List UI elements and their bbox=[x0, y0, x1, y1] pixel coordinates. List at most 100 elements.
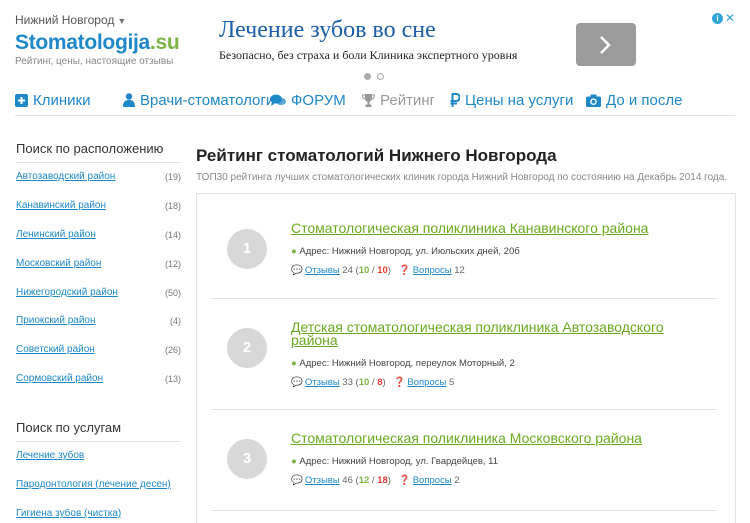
reviews-total: 46 bbox=[342, 475, 353, 486]
clinic-address: ● Адрес: Нижний Новгород, переулок Мотор… bbox=[291, 358, 515, 369]
ad-title[interactable]: Лечение зубов во сне bbox=[219, 17, 436, 44]
nav-rating[interactable]: Рейтинг bbox=[361, 92, 436, 109]
sidebar-item-hygiene[interactable]: Гигиена зубов (чистка) bbox=[16, 508, 121, 519]
question-circle-icon: ❓ bbox=[398, 475, 411, 486]
nav-prices[interactable]: Цены на услуги bbox=[450, 92, 573, 109]
rank-badge: 1 bbox=[227, 229, 267, 269]
clinic-address-text: Адрес: Нижний Новгород, ул. Гвардейцев, … bbox=[299, 456, 498, 467]
nav-before-after-label: До и после bbox=[606, 92, 683, 109]
ad-pagination bbox=[364, 67, 390, 85]
reviews-negative: 10 bbox=[377, 265, 388, 276]
city-selector[interactable]: Нижний Новгород ▼ bbox=[15, 13, 126, 27]
clinic-stats: 💬 Отзывы 46 (12 / 18) ❓ Вопросы 2 bbox=[291, 475, 460, 486]
sidebar-count: (50) bbox=[164, 288, 181, 298]
sidebar-count: (14) bbox=[164, 230, 181, 240]
reviews-negative: 8 bbox=[377, 377, 383, 388]
sidebar-item-periodontology[interactable]: Пародонтология (лечение десен) bbox=[16, 479, 171, 490]
rank-badge: 2 bbox=[227, 328, 267, 368]
sidebar-item-avtozavodsky[interactable]: Автозаводский район bbox=[16, 171, 115, 182]
comments-icon: 💬 bbox=[291, 475, 303, 486]
questions-count: 2 bbox=[454, 475, 460, 486]
sidebar-item-moskovsky[interactable]: Московский район bbox=[16, 258, 101, 269]
question-circle-icon: ❓ bbox=[393, 377, 406, 388]
reviews-total: 33 bbox=[342, 377, 353, 388]
plus-square-icon bbox=[15, 94, 28, 107]
camera-icon bbox=[586, 94, 601, 107]
clinic-address-text: Адрес: Нижний Новгород, ул. Июльских дне… bbox=[299, 246, 520, 257]
ad-close-icon[interactable]: ✕ bbox=[725, 11, 735, 25]
ad-dot-active[interactable] bbox=[364, 73, 371, 80]
ad-next-button[interactable] bbox=[576, 23, 636, 66]
map-marker-icon: ● bbox=[291, 456, 297, 467]
chevron-right-icon bbox=[600, 36, 611, 54]
sidebar-count: (19) bbox=[164, 172, 181, 182]
ad-banner[interactable]: Лечение зубов во сне Безопасно, без стра… bbox=[219, 11, 739, 87]
reviews-link[interactable]: Отзывы bbox=[305, 265, 340, 276]
nav-prices-label: Цены на услуги bbox=[465, 92, 574, 109]
reviews-positive: 12 bbox=[358, 475, 370, 486]
logo-tld: .su bbox=[149, 31, 180, 54]
ad-dot[interactable] bbox=[377, 73, 384, 80]
question-circle-icon: ❓ bbox=[398, 265, 411, 276]
nav-doctors[interactable]: Врачи-стоматологи bbox=[123, 92, 274, 109]
questions-link[interactable]: Вопросы bbox=[407, 377, 446, 388]
sidebar-count: (18) bbox=[164, 201, 181, 211]
sidebar-item-priоksky[interactable]: Приокский район bbox=[16, 315, 96, 326]
comments-icon: 💬 bbox=[291, 377, 303, 388]
sidebar-location-title: Поиск по расположению bbox=[16, 141, 164, 156]
main-nav: Клиники Врачи-стоматологи ФОРУМ Рейтинг … bbox=[15, 92, 735, 116]
list-divider bbox=[211, 409, 717, 410]
nav-clinics[interactable]: Клиники bbox=[15, 92, 90, 109]
clinic-stats: 💬 Отзывы 33 (10 / 8) ❓ Вопросы 5 bbox=[291, 377, 455, 388]
comments-icon: 💬 bbox=[291, 265, 303, 276]
clinic-name-link[interactable]: Детская стоматологическая поликлиника Ав… bbox=[291, 320, 711, 347]
ad-text: Безопасно, без страха и боли Клиника экс… bbox=[219, 48, 518, 62]
map-marker-icon: ● bbox=[291, 246, 297, 257]
clinic-list: 1 Стоматологическая поликлиника Канавинс… bbox=[196, 193, 736, 523]
sidebar-item-leninsky[interactable]: Ленинский район bbox=[16, 229, 96, 240]
sidebar-item-sormovsky[interactable]: Сормовский район bbox=[16, 373, 103, 384]
clinic-address-text: Адрес: Нижний Новгород, переулок Моторны… bbox=[299, 358, 515, 369]
clinic-name-link[interactable]: Стоматологическая поликлиника Канавинско… bbox=[291, 221, 711, 235]
sidebar-item-treatment[interactable]: Лечение зубов bbox=[16, 450, 84, 461]
sidebar-count: (4) bbox=[170, 316, 181, 326]
city-label: Нижний Новгород bbox=[15, 13, 115, 27]
site-logo[interactable]: Stomatologija.su bbox=[15, 31, 180, 55]
user-md-icon bbox=[123, 93, 135, 107]
sidebar-services-title: Поиск по услугам bbox=[16, 420, 122, 435]
reviews-positive: 10 bbox=[358, 265, 370, 276]
site-tagline: Рейтинг, цены, настоящие отзывы bbox=[15, 56, 174, 67]
ad-info-icon[interactable]: i bbox=[712, 13, 723, 24]
list-divider bbox=[211, 510, 717, 511]
sidebar-item-sovetsky[interactable]: Советский район bbox=[16, 344, 95, 355]
sidebar-count: (12) bbox=[164, 259, 181, 269]
comments-icon bbox=[270, 94, 286, 106]
clinic-address: ● Адрес: Нижний Новгород, ул. Гвардейцев… bbox=[291, 456, 498, 467]
nav-forum-label: ФОРУМ bbox=[291, 92, 346, 109]
list-divider bbox=[211, 298, 717, 299]
logo-main: Stomatologija bbox=[15, 31, 150, 54]
ruble-icon bbox=[450, 93, 461, 107]
map-marker-icon: ● bbox=[291, 358, 297, 369]
reviews-link[interactable]: Отзывы bbox=[305, 377, 340, 388]
sidebar-divider bbox=[16, 441, 181, 442]
page-title: Рейтинг стоматологий Нижнего Новгорода bbox=[196, 146, 557, 165]
questions-count: 12 bbox=[454, 265, 465, 276]
nav-before-after[interactable]: До и после bbox=[586, 92, 682, 109]
reviews-negative: 18 bbox=[377, 475, 388, 486]
reviews-link[interactable]: Отзывы bbox=[305, 475, 340, 486]
sidebar-item-nizhegorodsky[interactable]: Нижегородский район bbox=[16, 287, 118, 298]
sidebar-count: (26) bbox=[164, 345, 181, 355]
nav-doctors-label: Врачи-стоматологи bbox=[140, 92, 275, 109]
questions-count: 5 bbox=[448, 377, 455, 388]
clinic-name-link[interactable]: Стоматологическая поликлиника Московског… bbox=[291, 431, 711, 445]
sidebar-item-kanavinsky[interactable]: Канавинский район bbox=[16, 200, 106, 211]
questions-link[interactable]: Вопросы bbox=[413, 265, 452, 276]
nav-forum[interactable]: ФОРУМ bbox=[270, 92, 346, 109]
page-subtitle: ТОП30 рейтинга лучших стоматологических … bbox=[196, 172, 728, 183]
nav-clinics-label: Клиники bbox=[33, 92, 91, 109]
rank-badge: 3 bbox=[227, 439, 267, 479]
nav-rating-label: Рейтинг bbox=[380, 92, 436, 109]
questions-link[interactable]: Вопросы bbox=[413, 475, 452, 486]
sidebar-divider bbox=[16, 162, 181, 163]
